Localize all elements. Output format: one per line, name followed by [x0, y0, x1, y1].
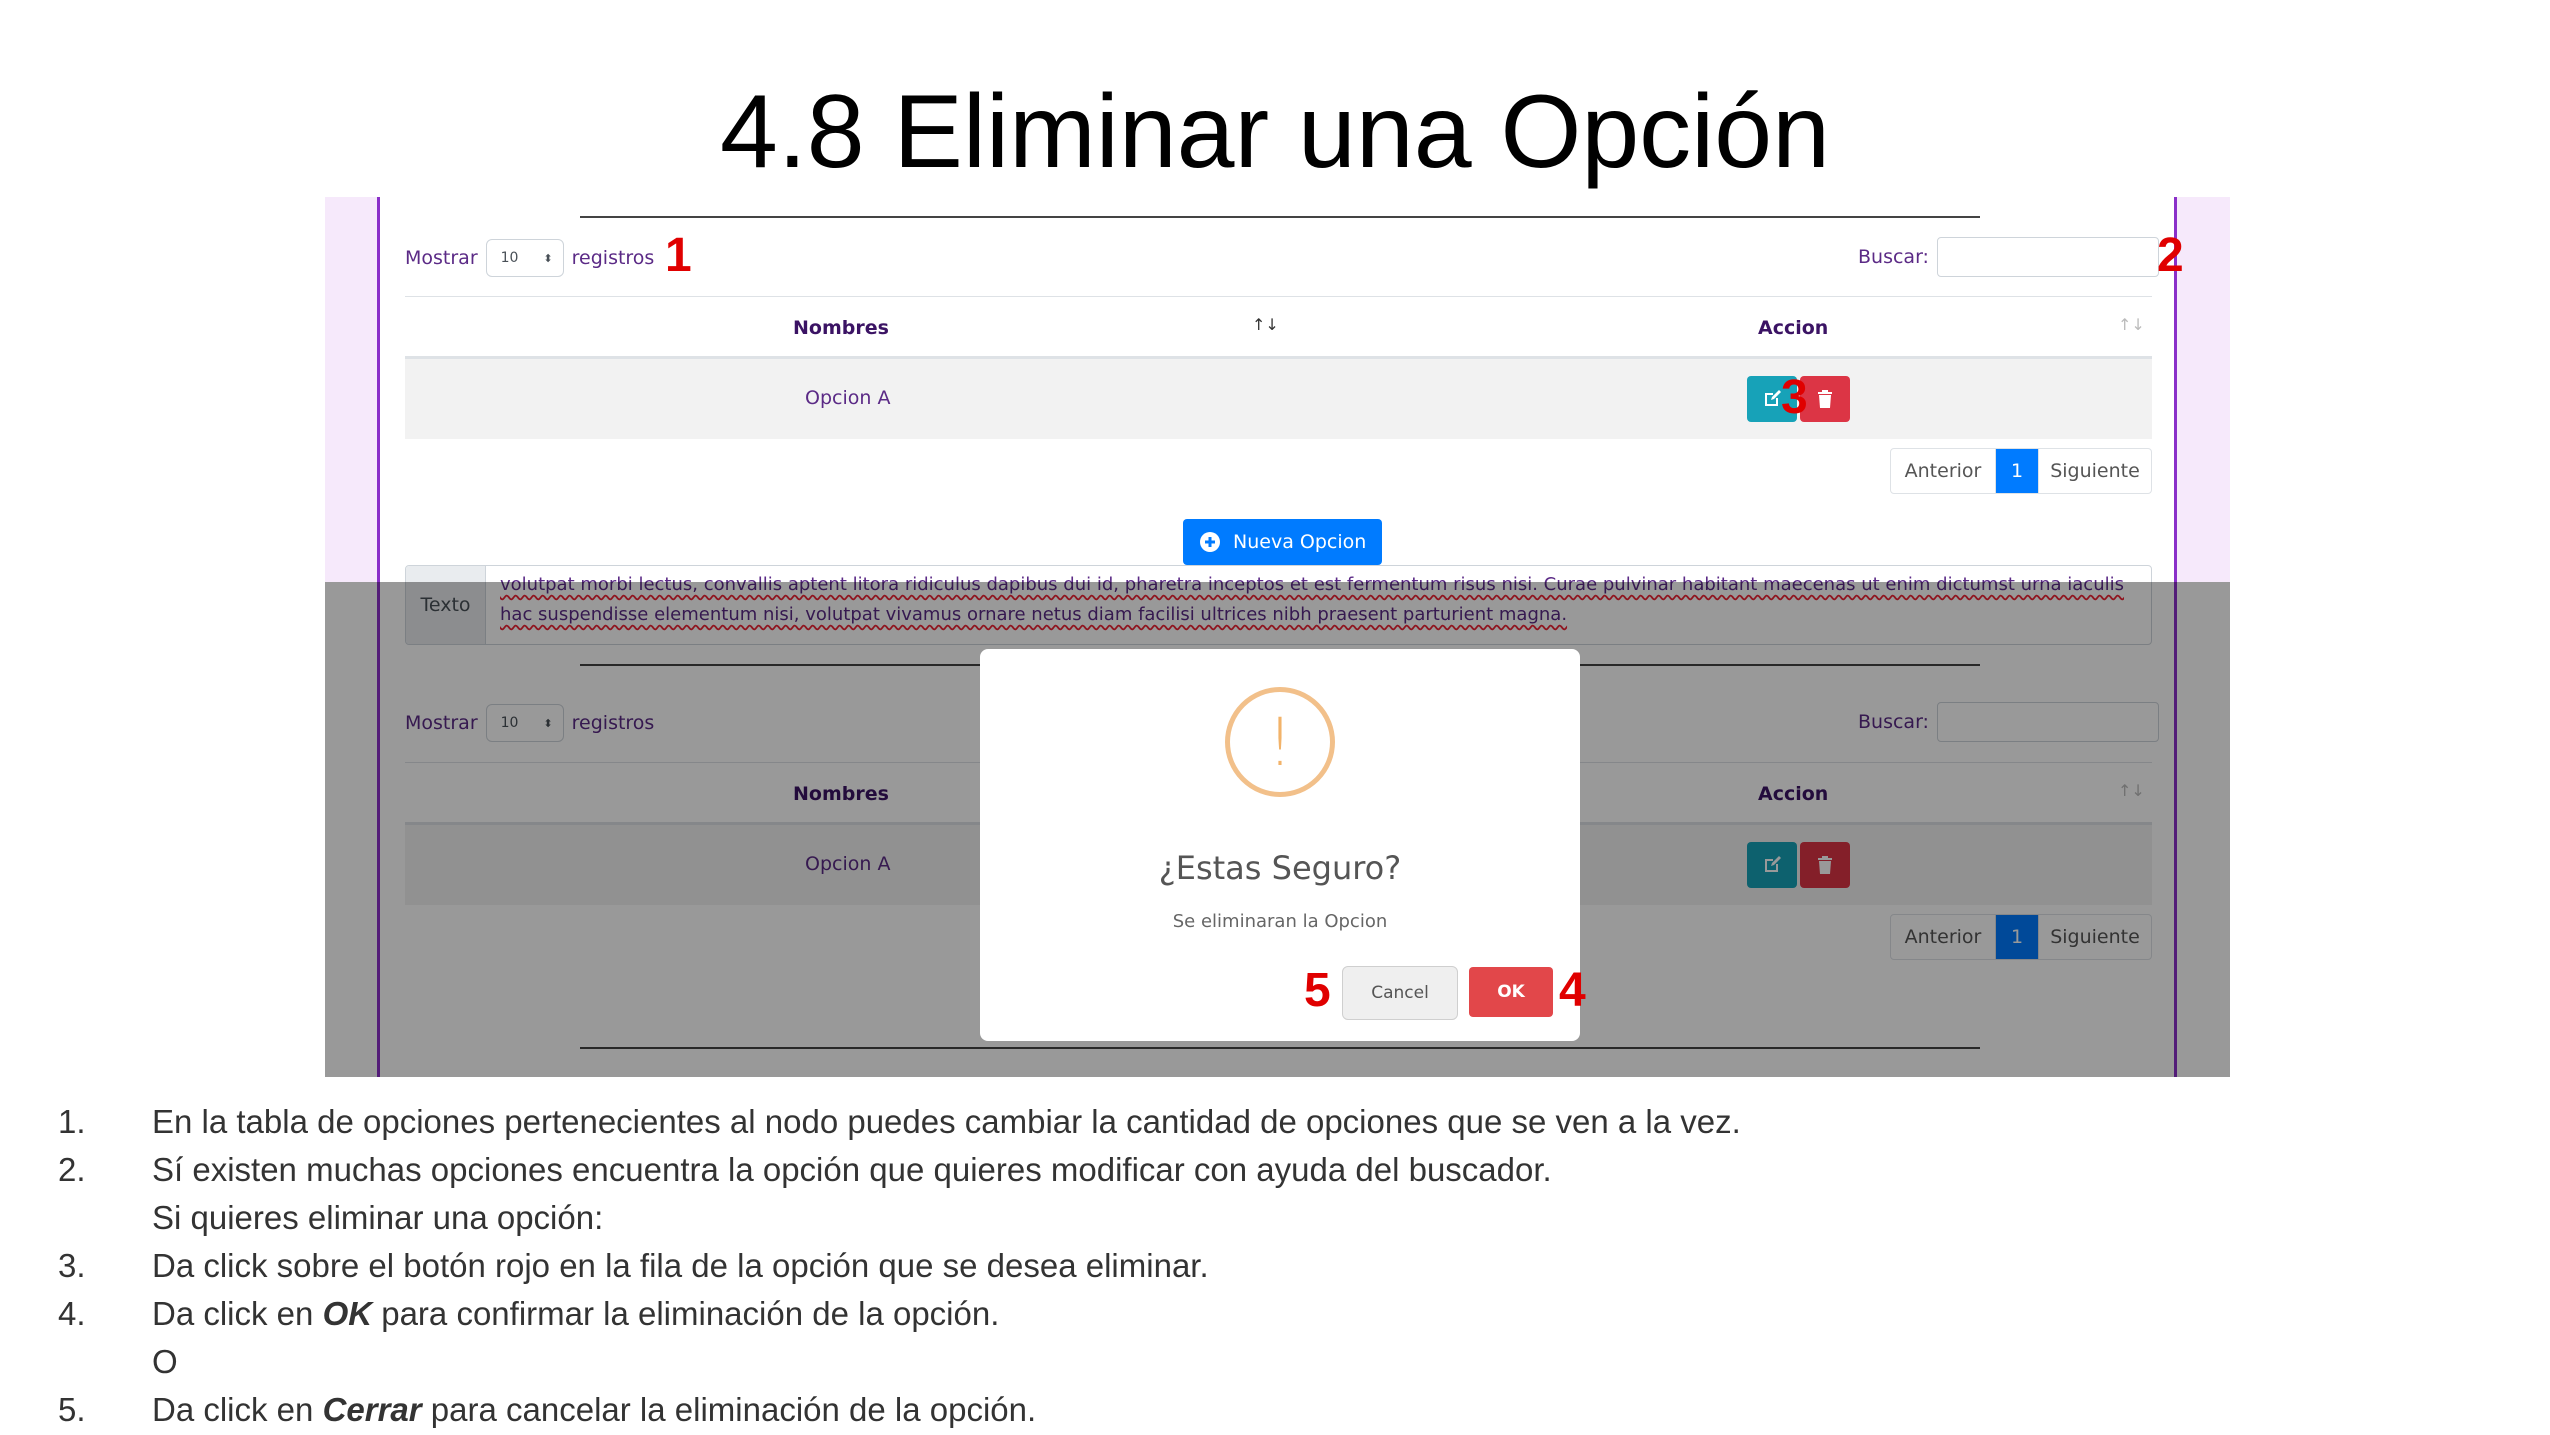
select-arrows-icon: ⬍: [543, 251, 553, 265]
slide-title: 4.8 Eliminar una Opción: [720, 74, 1830, 190]
search-input[interactable]: [1936, 237, 2159, 277]
page-length-select[interactable]: 10 ⬍: [485, 239, 564, 277]
list-text: O: [152, 1343, 178, 1380]
step-marker-5: 5: [1304, 964, 1331, 1017]
sort-icon[interactable]: ↑↓: [2118, 315, 2145, 334]
sort-icon[interactable]: ↑↓: [1252, 315, 1279, 334]
list-text: Da click sobre el botón rojo en la fila …: [152, 1247, 1209, 1284]
new-option-label: Nueva Opcion: [1233, 531, 1367, 553]
option-name-cell: Opcion A: [805, 387, 891, 409]
new-option-button[interactable]: Nueva Opcion: [1183, 519, 1383, 565]
step-marker-4: 4: [1559, 964, 1586, 1017]
dialog-title: ¿Estas Seguro?: [1158, 849, 1402, 887]
list-item: 3. Da click sobre el botón rojo en la fi…: [0, 1247, 2550, 1295]
records-label: registros: [571, 247, 655, 269]
table-row: Opcion A: [405, 359, 2152, 439]
column-header-action[interactable]: Accion: [1758, 317, 1828, 339]
trash-icon: [1818, 390, 1832, 408]
emphasis-ok: OK: [322, 1295, 373, 1332]
top-panel: Mostrar 10 ⬍ registros Buscar: Nombres ↑…: [325, 197, 2230, 582]
confirm-dialog: ! ¿Estas Seguro? Se eliminaran la Opcion…: [980, 649, 1580, 1041]
list-number: 5.: [58, 1391, 86, 1428]
divider-line: [580, 216, 1980, 218]
list-text: Da click en Cerrar para cancelar la elim…: [152, 1391, 1037, 1428]
list-text: Da click en OK para confirmar la elimina…: [152, 1295, 1000, 1332]
step-marker-3: 3: [1781, 371, 1808, 424]
edit-icon: [1765, 390, 1781, 406]
warning-icon: !: [1225, 687, 1335, 797]
plus-circle-icon: [1200, 532, 1220, 552]
list-text: Sí existen muchas opciones encuentra la …: [152, 1151, 1552, 1188]
search-label: Buscar:: [1858, 246, 1929, 268]
pagination: Anterior 1 Siguiente: [1890, 448, 2152, 494]
list-number: 3.: [58, 1247, 86, 1284]
list-item: O: [0, 1343, 2550, 1391]
emphasis-cerrar: Cerrar: [322, 1391, 422, 1428]
step-marker-1: 1: [665, 229, 692, 282]
step-marker-2: 2: [2157, 229, 2184, 282]
next-page-button[interactable]: Siguiente: [2038, 449, 2151, 493]
search-control: Buscar:: [1858, 237, 2159, 277]
list-item: Si quieres eliminar una opción:: [0, 1199, 2550, 1247]
page-length-control: Mostrar 10 ⬍ registros: [405, 239, 654, 277]
list-item: 1. En la tabla de opciones perteneciente…: [0, 1103, 2550, 1151]
show-label: Mostrar: [405, 247, 478, 269]
list-item: 2. Sí existen muchas opciones encuentra …: [0, 1151, 2550, 1199]
column-header-names[interactable]: Nombres: [793, 317, 889, 339]
dialog-message: Se eliminaran la Opcion: [1172, 911, 1388, 932]
table-header: Nombres ↑↓ Accion ↑↓: [405, 296, 2152, 359]
list-number: 2.: [58, 1151, 86, 1188]
list-number: 1.: [58, 1103, 86, 1140]
current-page-button[interactable]: 1: [1996, 449, 2038, 493]
ok-button[interactable]: OK: [1469, 967, 1553, 1017]
list-item: 5. Da click en Cerrar para cancelar la e…: [0, 1391, 2550, 1435]
page-length-value: 10: [500, 250, 519, 266]
list-text: En la tabla de opciones pertenecientes a…: [152, 1103, 1741, 1140]
previous-page-button[interactable]: Anterior: [1891, 449, 1996, 493]
list-item: 4. Da click en OK para confirmar la elim…: [0, 1295, 2550, 1343]
list-number: 4.: [58, 1295, 86, 1332]
screenshot: Mostrar 10 ⬍ registros Buscar: Nombres ↑…: [325, 197, 2230, 1077]
cancel-button[interactable]: Cancel: [1342, 966, 1458, 1020]
list-text: Si quieres eliminar una opción:: [152, 1199, 604, 1236]
